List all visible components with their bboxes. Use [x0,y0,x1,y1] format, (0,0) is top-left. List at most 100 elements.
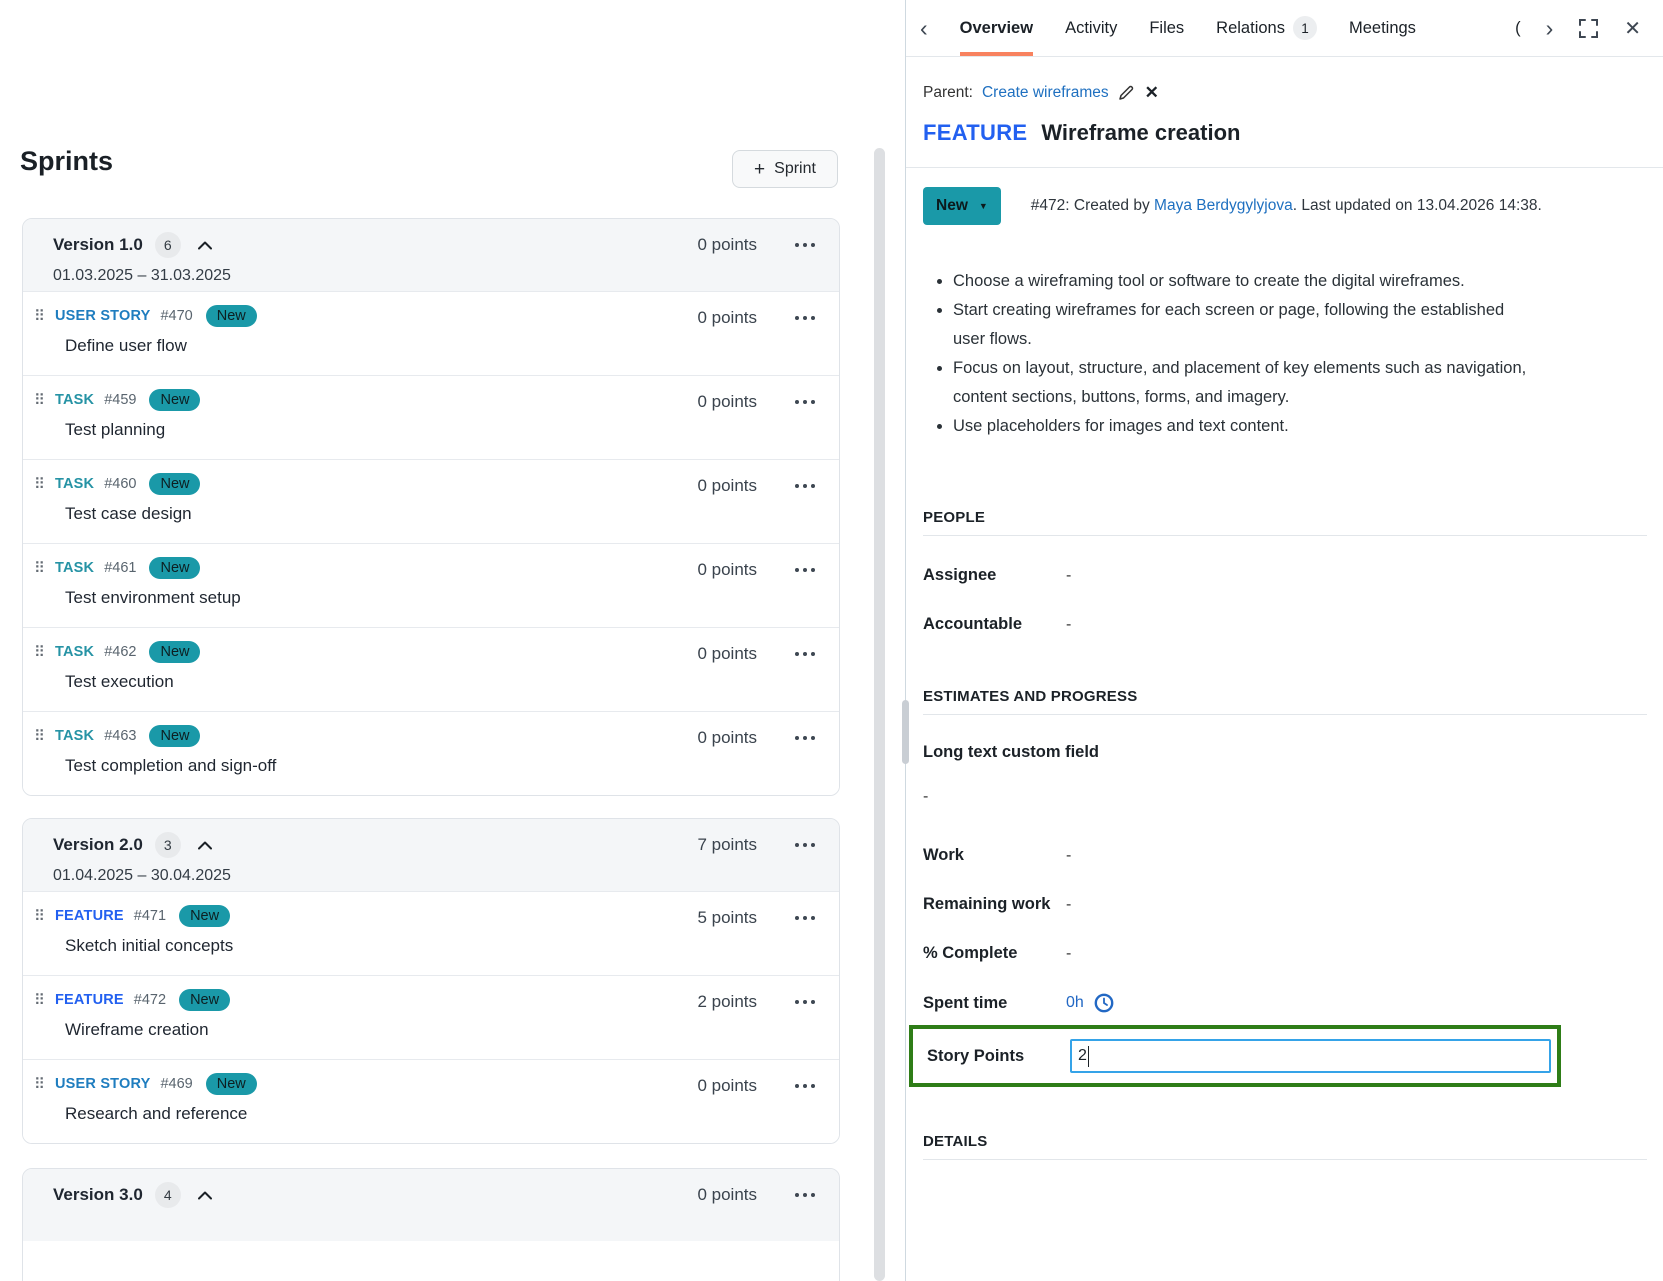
estimates-section-heading: ESTIMATES AND PROGRESS [923,688,1555,705]
work-package-title-row: FEATURE Wireframe creation [923,120,1555,146]
accountable-value[interactable]: - [1066,616,1071,634]
work-item-row[interactable]: ⠿ TASK #460 New Test case design 0 point… [23,459,839,543]
drag-handle-icon[interactable]: ⠿ [34,1077,45,1092]
drag-handle-icon[interactable]: ⠿ [34,993,45,1008]
tab-meetings[interactable]: Meetings [1349,0,1416,56]
status-label: New [936,197,968,215]
sprint-group-header: Version 2.0 3 01.04.2025 – 30.04.2025 7 … [23,819,839,891]
drag-handle-icon[interactable]: ⠿ [34,477,45,492]
fullscreen-icon[interactable] [1578,18,1599,39]
remove-parent-icon[interactable]: ✕ [1145,83,1159,103]
drag-handle-icon[interactable]: ⠿ [34,393,45,408]
work-item-row[interactable]: ⠿ TASK #459 New Test planning 0 points [23,375,839,459]
drag-handle-icon[interactable]: ⠿ [34,909,45,924]
drag-handle-icon[interactable]: ⠿ [34,309,45,324]
tabs-back-icon[interactable]: ‹ [920,17,928,40]
item-menu-button[interactable] [793,1076,817,1096]
sprint-menu-button[interactable] [793,235,817,255]
item-count-badge: 4 [155,1182,181,1208]
story-points-label: Story Points [927,1047,1070,1066]
work-item-row[interactable]: ⠿ TASK #463 New Test completion and sign… [23,711,839,795]
assignee-value[interactable]: - [1066,567,1071,585]
spent-time-field: Spent time 0h [923,993,1555,1013]
remaining-work-value[interactable]: - [1066,896,1071,914]
work-item-row[interactable]: ⠿ TASK #462 New Test execution 0 points [23,627,839,711]
work-item-row[interactable]: ⠿ FEATURE #471 New Sketch initial concep… [23,891,839,975]
author-link[interactable]: Maya Berdygylyjova [1154,197,1293,214]
add-sprint-label: Sprint [774,160,816,178]
work-value[interactable]: - [1066,847,1071,865]
long-text-custom-field-label: Long text custom field [923,743,1555,762]
clock-icon[interactable] [1094,993,1114,1013]
work-package-type[interactable]: FEATURE [923,120,1027,146]
collapse-chevron-icon[interactable] [198,1191,212,1200]
story-points-input[interactable]: 2 [1070,1039,1551,1073]
sprint-points: 0 points [695,1185,757,1205]
collapse-chevron-icon[interactable] [198,841,212,850]
close-icon[interactable]: ✕ [1624,16,1641,41]
status-badge: New [179,905,230,927]
item-menu-button[interactable] [793,392,817,412]
item-menu-button[interactable] [793,560,817,580]
work-item-title: Test planning [65,420,200,440]
work-item-id: #469 [160,1076,192,1092]
tab-activity[interactable]: Activity [1065,0,1117,56]
sprint-menu-button[interactable] [793,835,817,855]
work-field: Work - [923,846,1555,865]
sprint-dates: 01.04.2025 – 30.04.2025 [53,867,231,885]
work-item-type: TASK [55,392,94,408]
work-item-points: 0 points [695,560,757,580]
item-menu-button[interactable] [793,308,817,328]
tabs-forward-icon[interactable]: › [1546,17,1554,40]
percent-complete-value[interactable]: - [1066,945,1071,963]
app-window: Sprints + Sprint Version 1.0 6 01.03.202… [0,0,1663,1281]
percent-complete-label: % Complete [923,944,1066,963]
work-item-type: USER STORY [55,308,150,324]
work-package-title[interactable]: Wireframe creation [1041,120,1240,146]
work-item-row[interactable]: ⠿ USER STORY #469 New Research and refer… [23,1059,839,1143]
item-menu-button[interactable] [793,992,817,1012]
item-menu-button[interactable] [793,476,817,496]
item-menu-button[interactable] [793,644,817,664]
work-item-type: TASK [55,476,94,492]
item-menu-button[interactable] [793,728,817,748]
title-divider [906,167,1663,168]
drag-handle-icon[interactable]: ⠿ [34,645,45,660]
work-item-row[interactable]: ⠿ FEATURE #472 New Wireframe creation 2 … [23,975,839,1059]
add-sprint-button[interactable]: + Sprint [732,150,838,188]
collapse-chevron-icon[interactable] [198,241,212,250]
tab-files[interactable]: Files [1149,0,1184,56]
work-label: Work [923,846,1066,865]
work-item-title: Sketch initial concepts [65,936,233,956]
tab-relations[interactable]: Relations 1 [1216,0,1317,56]
sprint-menu-button[interactable] [793,1185,817,1205]
work-item-points: 0 points [695,1076,757,1096]
drag-handle-icon[interactable]: ⠿ [34,561,45,576]
left-panel-scrollbar[interactable] [874,148,885,1281]
sprint-group-version-2: Version 2.0 3 01.04.2025 – 30.04.2025 7 … [22,818,840,1144]
description-bullet: Start creating wireframes for each scree… [953,296,1538,354]
work-item-title: Test execution [65,672,200,692]
accountable-label: Accountable [923,615,1066,634]
long-text-custom-field-value[interactable]: - [923,788,1555,806]
status-badge: New [206,1073,257,1095]
spent-time-link[interactable]: 0h [1066,993,1114,1013]
tab-overview[interactable]: Overview [960,0,1033,56]
edit-parent-pencil-icon[interactable] [1118,85,1134,101]
item-menu-button[interactable] [793,908,817,928]
description-list: Choose a wireframing tool or software to… [953,267,1538,441]
work-item-row[interactable]: ⠿ TASK #461 New Test environment setup 0… [23,543,839,627]
work-item-id: #461 [104,560,136,576]
status-dropdown-button[interactable]: New ▼ [923,187,1001,225]
work-item-points: 0 points [695,728,757,748]
remaining-work-field: Remaining work - [923,895,1555,914]
story-points-input-value: 2 [1078,1047,1087,1065]
tab-clipped[interactable]: ( [1515,19,1521,38]
work-item-row[interactable]: ⠿ USER STORY #470 New Define user flow 0… [23,291,839,375]
parent-link[interactable]: Create wireframes [982,84,1109,102]
work-item-title: Test completion and sign-off [65,756,276,776]
drag-handle-icon[interactable]: ⠿ [34,729,45,744]
right-panel-scrollbar[interactable] [902,700,909,764]
detail-tabbar: ‹ Overview Activity Files Relations 1 Me… [906,0,1663,57]
description-bullet: Choose a wireframing tool or software to… [953,267,1538,296]
